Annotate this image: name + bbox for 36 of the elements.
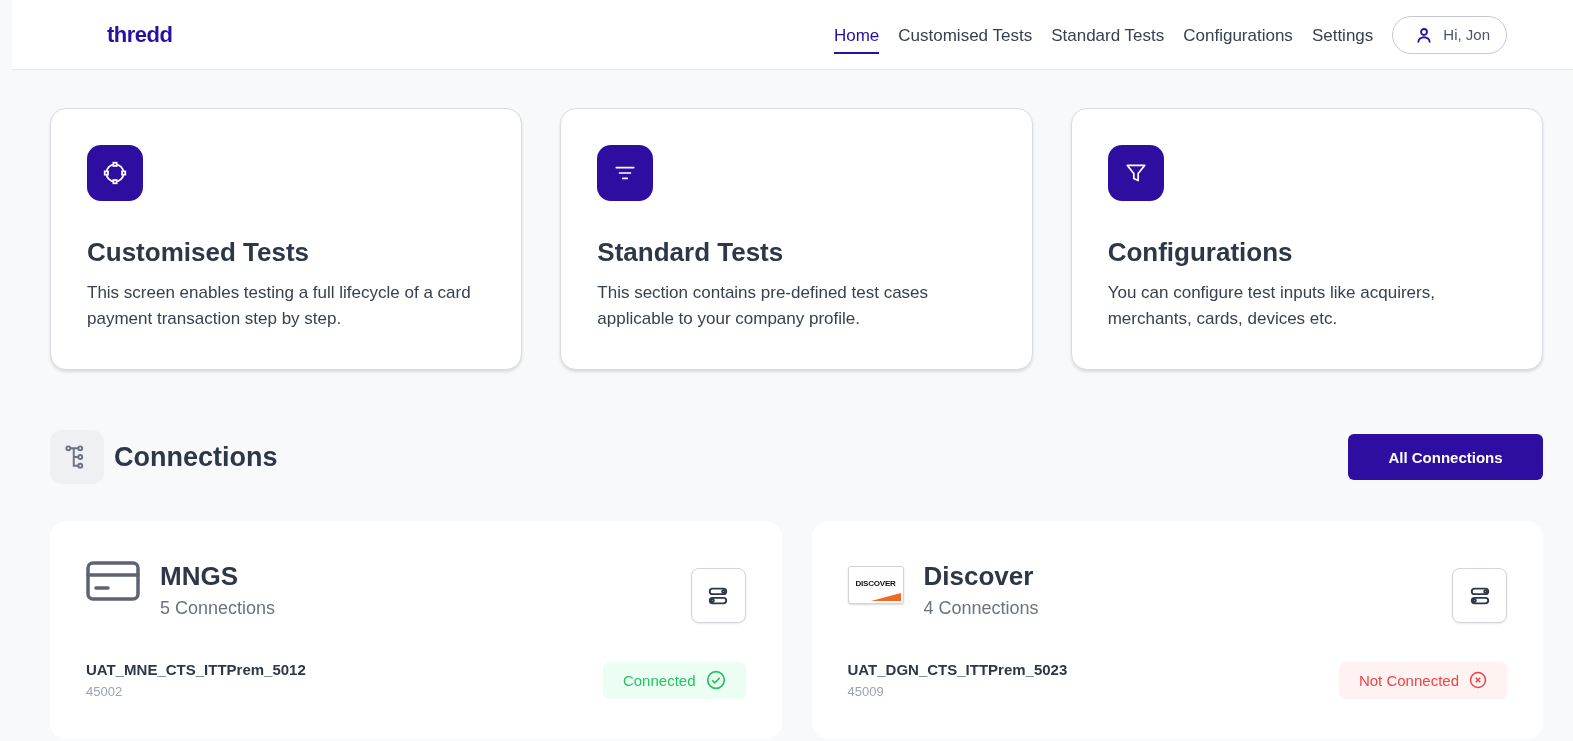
settings-button[interactable] (1452, 568, 1507, 623)
stripe-icon (870, 593, 901, 601)
user-button[interactable]: Hi, Jon (1392, 15, 1507, 54)
card-description: This section contains pre-defined test cases applicable to your company profile. (597, 282, 930, 331)
connection-name: UAT_DGN_CTS_ITTPrem_5023 (847, 661, 1068, 678)
card-title: Standard Tests (597, 237, 785, 268)
status-badge: Not Connected (1338, 661, 1507, 699)
logo-text: DISCOVER (855, 578, 896, 588)
card-title: Configurations (1107, 237, 1294, 268)
provider-name: MNGS (160, 561, 239, 592)
settings-button[interactable] (690, 568, 746, 623)
connection-name: UAT_MNE_CTS_ITTPrem_5012 (86, 661, 306, 678)
credit-card-icon (86, 561, 140, 601)
connection-id: 45002 (86, 684, 124, 699)
card-title: Customised Tests (87, 237, 310, 268)
nav-link[interactable]: Settings (1311, 15, 1374, 54)
connection-id: 45009 (847, 684, 885, 699)
status-badge: Connected (602, 661, 746, 699)
brand-logo[interactable]: thredd (107, 21, 173, 48)
all-connections-button[interactable]: All Connections (1348, 434, 1543, 480)
x-circle-icon (1469, 671, 1487, 689)
nav-link[interactable]: Standard Tests (1051, 15, 1165, 54)
provider-name: Discover (923, 561, 1035, 592)
section-title: Connections (114, 441, 278, 473)
connection-count: 5 Connections (160, 598, 276, 619)
card-description: This screen enables testing a full lifecycle of a card payment transaction step by step. (87, 282, 472, 331)
feature-card[interactable]: Customised Tests This screen enables testing a full lifecycle of a card payment transaction step by step. (50, 108, 523, 370)
nav-link[interactable]: Customised Tests (898, 15, 1033, 54)
check-circle-icon (705, 670, 726, 690)
connection-count: 4 Connections (923, 598, 1039, 619)
card-description: You can configure test inputs like acquirers, merchants, cards, devices etc. (1107, 282, 1436, 331)
nav-link[interactable]: Configurations (1183, 15, 1293, 54)
feature-card[interactable]: Configurations You can configure test inputs like acquirers, merchants, cards, devices etc. (1070, 108, 1543, 370)
feature-card[interactable]: Standard Tests This section contains pre-defined test cases applicable to your company profile. (560, 108, 1033, 370)
circle-nodes-icon (102, 160, 128, 186)
nav-link[interactable]: Home (833, 15, 880, 54)
